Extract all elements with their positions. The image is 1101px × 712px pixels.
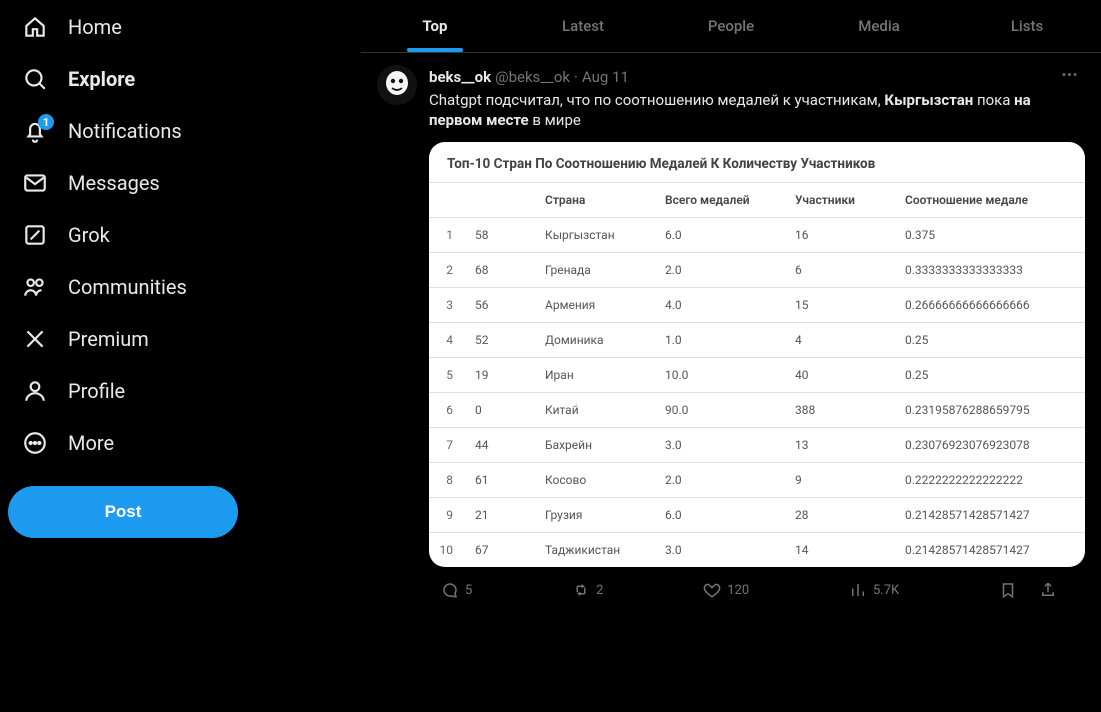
sidebar-item-x[interactable]: Premium xyxy=(8,314,352,364)
sidebar-item-home[interactable]: Home xyxy=(8,2,352,52)
table-row: 861Косово2.090.2222222222222222 xyxy=(429,463,1085,498)
dots-icon xyxy=(22,430,48,456)
sidebar-item-label: Premium xyxy=(68,327,149,351)
table-header-row: Страна Всего медалей Участники Соотношен… xyxy=(429,183,1085,218)
col-medals: Всего медалей xyxy=(657,183,787,218)
retweet-count: 2 xyxy=(596,583,603,598)
nav-list: Home Explore 1 Notifications Messages Grok Com… xyxy=(8,0,352,470)
more-icon[interactable] xyxy=(1054,65,1085,88)
table-row: 1067Таджикистан3.0140.21428571428571427 xyxy=(429,533,1085,568)
sidebar-item-mail[interactable]: Messages xyxy=(8,158,352,208)
table-row: 921Грузия6.0280.21428571428571427 xyxy=(429,498,1085,533)
share-button[interactable] xyxy=(1033,577,1063,603)
table-row: 452Доминика1.040.25 xyxy=(429,323,1085,358)
text-part-1: Chatgpt подсчитал, что по соотношению ме… xyxy=(429,91,884,109)
bookmark-icon xyxy=(999,581,1017,599)
sidebar-item-label: Profile xyxy=(68,379,125,403)
tab-latest[interactable]: Latest xyxy=(509,0,657,52)
home-icon xyxy=(22,14,48,40)
grok-icon xyxy=(22,222,48,248)
table-row: 268Гренада2.060.3333333333333333 xyxy=(429,253,1085,288)
text-part-3: в мире xyxy=(529,111,581,129)
tweet-body: beks__ok @beks__ok · Aug 11 Chatgpt подс… xyxy=(429,65,1085,613)
reply-button[interactable]: 5 xyxy=(435,577,478,603)
avatar[interactable] xyxy=(377,65,417,105)
x-icon xyxy=(22,326,48,352)
search-icon xyxy=(22,66,48,92)
author-name[interactable]: beks__ok xyxy=(429,68,491,86)
main-column: TopLatestPeopleMediaLists beks__ok @beks… xyxy=(360,0,1101,712)
text-bold-1: Кыргызстан xyxy=(884,91,973,109)
post-button[interactable]: Post xyxy=(8,486,238,538)
mail-icon xyxy=(22,170,48,196)
sidebar-item-dots[interactable]: More xyxy=(8,418,352,468)
sidebar-item-bell[interactable]: 1 Notifications xyxy=(8,106,352,156)
dot-sep: · xyxy=(574,68,578,86)
sidebar-item-grok[interactable]: Grok xyxy=(8,210,352,260)
tab-lists[interactable]: Lists xyxy=(953,0,1101,52)
search-tabs: TopLatestPeopleMediaLists xyxy=(361,0,1101,53)
sidebar-item-label: Messages xyxy=(68,171,160,195)
card-title: Топ-10 Стран По Соотношению Медалей К Ко… xyxy=(429,142,1085,182)
table-row: 356Армения4.0150.26666666666666666 xyxy=(429,288,1085,323)
sidebar-item-label: Notifications xyxy=(68,119,182,143)
tweet-actions: 5 2 120 5.7K xyxy=(429,567,1069,613)
like-button[interactable]: 120 xyxy=(697,577,755,603)
col-code xyxy=(467,183,537,218)
sidebar-item-label: Home xyxy=(68,15,122,39)
col-participants: Участники xyxy=(787,183,897,218)
notification-badge: 1 xyxy=(38,114,54,130)
people-icon xyxy=(22,274,48,300)
ratio-table: Страна Всего медалей Участники Соотношен… xyxy=(429,182,1085,567)
author-handle[interactable]: @beks__ok xyxy=(495,68,570,86)
sidebar-item-label: Explore xyxy=(68,67,135,91)
like-count: 120 xyxy=(727,583,749,598)
col-ratio: Соотношение медале xyxy=(897,183,1085,218)
col-country: Страна xyxy=(537,183,657,218)
tab-top[interactable]: Top xyxy=(361,0,509,52)
mask-avatar-icon xyxy=(377,65,417,105)
post-date[interactable]: Aug 11 xyxy=(582,68,629,86)
views-icon xyxy=(849,581,867,599)
heart-icon xyxy=(703,581,721,599)
table-row: 60Китай90.03880.23195876288659795 xyxy=(429,393,1085,428)
table-body: 158Кыргызстан6.0160.375268Гренада2.060.3… xyxy=(429,218,1085,568)
table-row: 744Бахрейн3.0130.23076923076923078 xyxy=(429,428,1085,463)
sidebar-item-person[interactable]: Profile xyxy=(8,366,352,416)
sidebar-item-label: More xyxy=(68,431,114,455)
sidebar-item-people[interactable]: Communities xyxy=(8,262,352,312)
bell-icon: 1 xyxy=(22,118,48,144)
tweet: beks__ok @beks__ok · Aug 11 Chatgpt подс… xyxy=(361,53,1101,617)
views-count: 5.7K xyxy=(873,583,899,598)
text-part-2: пока xyxy=(973,91,1014,109)
tab-people[interactable]: People xyxy=(657,0,805,52)
embedded-table-card[interactable]: Топ-10 Стран По Соотношению Медалей К Ко… xyxy=(429,142,1085,567)
sidebar-item-search[interactable]: Explore xyxy=(8,54,352,104)
retweet-icon xyxy=(572,581,590,599)
tweet-text: Chatgpt подсчитал, что по соотношению ме… xyxy=(429,90,1085,130)
sidebar-item-label: Communities xyxy=(68,275,187,299)
sidebar-item-label: Grok xyxy=(68,223,110,247)
table-row: 158Кыргызстан6.0160.375 xyxy=(429,218,1085,253)
retweet-button[interactable]: 2 xyxy=(566,577,609,603)
share-icon xyxy=(1039,581,1057,599)
person-icon xyxy=(22,378,48,404)
reply-count: 5 xyxy=(465,583,472,598)
sidebar: Home Explore 1 Notifications Messages Grok Com… xyxy=(0,0,360,712)
tab-media[interactable]: Media xyxy=(805,0,953,52)
table-row: 519Иран10.0400.25 xyxy=(429,358,1085,393)
bookmark-button[interactable] xyxy=(993,577,1023,603)
tweet-header: beks__ok @beks__ok · Aug 11 xyxy=(429,65,1085,88)
views-button[interactable]: 5.7K xyxy=(843,577,905,603)
reply-icon xyxy=(441,581,459,599)
